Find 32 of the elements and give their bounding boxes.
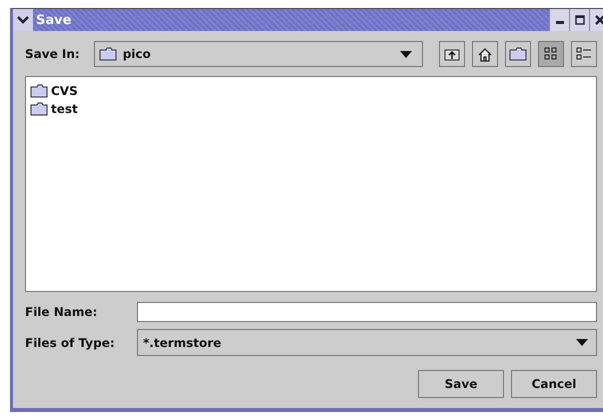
maximize-icon (574, 15, 584, 25)
minimize-button[interactable] (549, 9, 569, 31)
caret-icon (576, 339, 588, 346)
new-folder-button[interactable] (505, 41, 531, 67)
home-icon (477, 46, 493, 62)
window-menu-button[interactable] (13, 9, 33, 31)
cancel-button[interactable]: Cancel (511, 370, 597, 398)
files-of-type-label: Files of Type: (25, 336, 116, 350)
folder-icon (30, 102, 48, 116)
window-title: Save (36, 12, 72, 28)
save-button[interactable]: Save (418, 370, 504, 398)
maximize-button[interactable] (569, 9, 589, 31)
folder-item[interactable]: test (51, 102, 78, 116)
up-folder-button[interactable] (439, 41, 465, 67)
close-icon (594, 15, 603, 25)
save-in-label: Save In: (25, 47, 80, 61)
folder-icon (98, 47, 117, 61)
close-button[interactable] (589, 9, 603, 31)
grid-icon (543, 46, 559, 62)
caret-icon (400, 50, 412, 58)
folder-icon (509, 47, 527, 61)
file-name-field[interactable] (137, 302, 597, 322)
files-of-type-dropdown[interactable]: *.termstore (137, 329, 597, 356)
file-name-label: File Name: (25, 305, 98, 319)
details-view-button[interactable] (571, 41, 597, 67)
chevron-down-icon (17, 15, 29, 25)
folder-item[interactable]: CVS (51, 84, 78, 98)
save-in-dropdown[interactable]: pico (94, 41, 423, 67)
folder-icon (30, 84, 48, 98)
home-button[interactable] (472, 41, 498, 67)
list-view-button[interactable] (538, 41, 564, 67)
details-list-icon (576, 46, 592, 62)
